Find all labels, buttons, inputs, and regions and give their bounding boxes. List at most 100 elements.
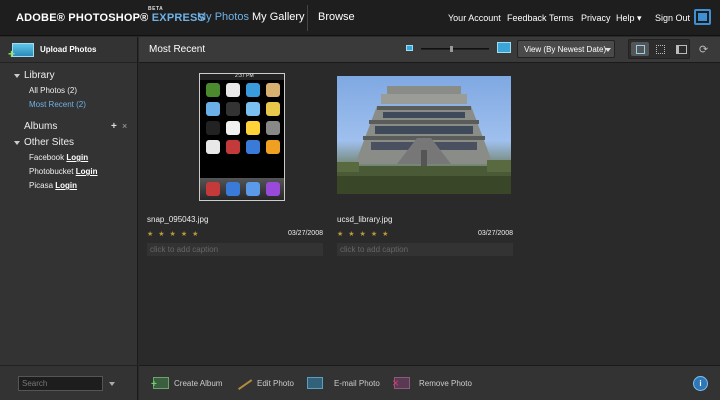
email-photo-button[interactable]: E-mail Photo [307,377,385,391]
other-sites-expand-icon[interactable] [14,141,20,145]
iphone-app-grid [206,83,280,154]
iphone-dock-icon [246,182,260,196]
search-options-icon[interactable] [109,382,115,386]
photo-thumbnail[interactable]: 2:37 PM [199,73,285,201]
refresh-icon[interactable]: ⟳ [699,43,708,56]
terms-link[interactable]: Terms [549,13,574,23]
view-large-thumbnails-icon[interactable] [631,42,649,56]
upload-photos-button[interactable]: Upload Photos [8,41,132,61]
iphone-dock-icon [206,182,220,196]
view-grid-icon[interactable] [651,42,669,56]
nav-my-photos[interactable]: My Photos [197,11,249,23]
sidebar-item-all-photos[interactable]: All Photos (2) [29,86,77,95]
zoom-slider-handle[interactable] [450,46,453,52]
photo-thumbnail[interactable] [337,76,511,194]
iphone-dock-icon [266,182,280,196]
remove-photo-label: Remove Photo [419,379,472,388]
info-icon[interactable]: i [693,376,708,391]
sidebar-divider [0,62,137,63]
iphone-app-icon [246,83,260,97]
sign-out-link[interactable]: Sign Out [655,13,690,23]
photo-filename: snap_095043.jpg [147,215,209,224]
sidebar-item-picasa: Picasa Login [29,181,77,190]
caption-input[interactable] [147,243,323,256]
remove-album-icon[interactable]: × [122,121,127,131]
sidebar-section-library[interactable]: Library [24,70,55,81]
iphone-app-icon [206,121,220,135]
nav-divider [307,5,308,31]
zoom-in-icon[interactable] [497,42,511,53]
iphone-app-icon [266,102,280,116]
photo-date: 03/27/2008 [287,230,323,237]
remove-photo-button[interactable]: Remove Photo [392,376,478,391]
iphone-dock-icon [226,182,240,196]
library-expand-icon[interactable] [14,74,20,78]
sidebar-section-other-sites[interactable]: Other Sites [24,137,74,148]
edit-photo-icon [235,375,253,391]
edit-photo-label: Edit Photo [257,379,294,388]
nav-my-gallery[interactable]: My Gallery [252,11,305,23]
facebook-login-link[interactable]: Login [66,153,88,162]
chevron-down-icon [605,48,611,52]
picasa-login-link[interactable]: Login [55,181,77,190]
add-album-icon[interactable]: + [111,121,117,132]
caption-input[interactable] [337,243,513,256]
iphone-app-icon [206,83,220,97]
create-album-icon [151,377,169,390]
create-album-button[interactable]: Create Album [151,377,239,391]
iphone-app-icon [226,83,240,97]
iphone-app-icon [226,102,240,116]
sidebar-item-most-recent[interactable]: Most Recent (2) [29,100,86,109]
iphone-app-icon [246,121,260,135]
your-account-link[interactable]: Your Account [448,13,501,23]
email-photo-label: E-mail Photo [334,379,380,388]
iphone-app-icon [266,83,280,97]
photo-filename: ucsd_library.jpg [337,215,393,224]
iphone-app-icon [266,140,280,154]
iphone-app-icon [246,140,260,154]
zoom-slider[interactable] [421,46,489,52]
sort-dropdown[interactable]: View (By Newest Date) [517,40,615,58]
action-bar: Create Album Edit Photo E-mail Photo Rem… [139,365,720,400]
photo-card[interactable]: ucsd_library.jpg ★★★★★ 03/27/2008 [337,73,513,257]
photo-grid: 2:37 PM snap_095043.jpg ★★★★★ 03/27/2008 [139,64,720,364]
zoom-out-icon[interactable] [406,45,413,51]
upload-icon [8,43,34,61]
star-rating[interactable]: ★★★★★ [147,230,203,238]
star-rating[interactable]: ★★★★★ [337,230,393,238]
content-toolbar: Most Recent View (By Newest Date) ⟳ [139,37,720,63]
edit-photo-button[interactable]: Edit Photo [235,375,298,391]
top-bar: ADOBE® PHOTOSHOP® EXPRESS BETA My Photos… [0,0,720,36]
iphone-clock: 2:37 PM [235,73,254,79]
view-mode-group [628,39,690,59]
fullscreen-icon[interactable] [694,9,711,25]
view-list-icon[interactable] [671,42,689,56]
brand-main: ADOBE® PHOTOSHOP® [16,12,149,24]
upload-photos-label: Upload Photos [40,45,97,54]
iphone-app-icon [206,140,220,154]
beta-badge: BETA [148,6,164,12]
remove-photo-icon [392,376,410,390]
iphone-app-icon [226,121,240,135]
sidebar-section-albums[interactable]: Albums [24,121,57,132]
iphone-app-icon [206,102,220,116]
sidebar-item-photobucket: Photobucket Login [29,167,98,176]
picasa-label: Picasa [29,181,54,190]
iphone-dock-apps [206,182,280,196]
sidebar-footer [0,365,138,400]
app-logo[interactable]: ADOBE® PHOTOSHOP® EXPRESS BETA [16,6,205,24]
feedback-link[interactable]: Feedback [507,13,547,23]
privacy-link[interactable]: Privacy [581,13,611,23]
help-menu[interactable]: Help ▾ [616,13,642,24]
nav-browse[interactable]: Browse [318,11,355,23]
photo-card[interactable]: 2:37 PM snap_095043.jpg ★★★★★ 03/27/2008 [147,73,323,257]
sort-dropdown-label: View (By Newest Date) [524,45,607,54]
iphone-status-bar: 2:37 PM [200,74,284,80]
search-input[interactable] [18,376,103,391]
iphone-dock [200,178,284,200]
photobucket-label: Photobucket [29,167,74,176]
photo-date: 03/27/2008 [477,230,513,237]
sidebar-item-facebook: Facebook Login [29,153,88,162]
photobucket-login-link[interactable]: Login [76,167,98,176]
iphone-app-icon [246,102,260,116]
